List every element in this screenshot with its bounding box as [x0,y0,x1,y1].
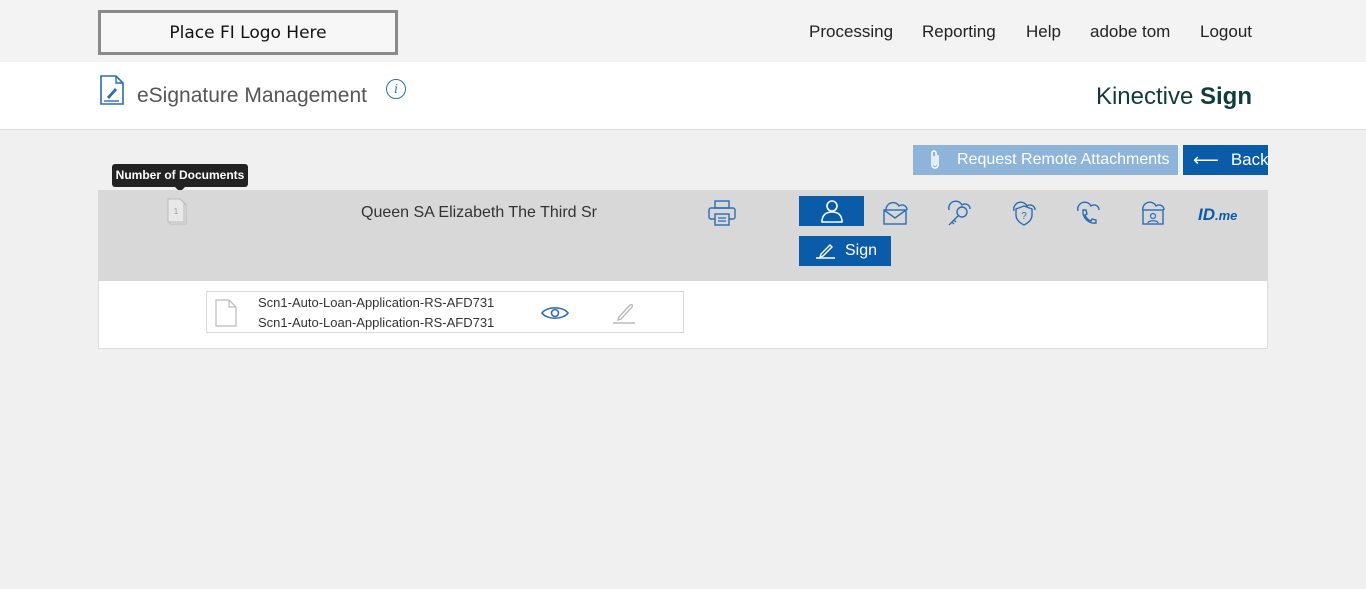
nav-logout[interactable]: Logout [1200,22,1252,42]
document-count-icon: 1 [166,197,188,230]
back-button[interactable]: ⟵ Back [1183,145,1269,175]
info-icon[interactable]: i [386,79,406,99]
nav-user-account[interactable]: adobe tom [1090,22,1170,42]
printer-icon[interactable] [708,200,736,231]
number-of-documents-tooltip: Number of Documents [112,164,248,192]
brand-name: Kinective [1095,83,1200,110]
sign-document-icon[interactable] [611,301,637,330]
email-icon[interactable] [880,198,920,228]
back-label: Back [1230,150,1269,169]
key-icon[interactable] [944,198,984,228]
pen-icon [816,244,835,259]
document-card: Scn1-Auto-Loan-Application-RS-AFD731 Scn… [206,291,684,333]
top-bar: Place FI Logo Here Processing Reporting … [0,0,1366,62]
view-document-icon[interactable] [541,304,569,327]
phone-icon[interactable] [1073,198,1113,228]
request-remote-attachments-button[interactable]: Request Remote Attachments [913,145,1178,175]
page-header: eSignature Management i Kinective Sign [0,62,1366,130]
person-icon [820,200,843,223]
nav-help[interactable]: Help [1026,22,1061,42]
svg-text:?: ? [1021,211,1027,222]
idme-suffix: .me [1215,208,1238,223]
nav-processing[interactable]: Processing [809,22,893,42]
document-name-secondary: Scn1-Auto-Loan-Application-RS-AFD731 [258,315,495,330]
document-count: 1 [174,207,179,216]
document-name: Scn1-Auto-Loan-Application-RS-AFD731 [258,295,495,310]
back-arrow-icon: ⟵ [1193,150,1219,170]
signer-name: Queen SA Elizabeth The Third Sr [361,204,597,221]
fi-logo-placeholder: Place FI Logo Here [98,10,398,55]
page-title: eSignature Management [137,84,367,107]
logo-text: Place FI Logo Here [169,22,327,43]
id-card-icon[interactable] [1138,198,1178,228]
signer-row: 1 Queen SA Elizabeth The Third Sr ? ID.m… [98,190,1268,281]
brand-name-bold: Sign [1200,83,1252,110]
sign-label: Sign [845,242,878,259]
security-question-icon[interactable]: ? [1009,198,1049,228]
nav-reporting[interactable]: Reporting [922,22,996,42]
documents-panel: Scn1-Auto-Loan-Application-RS-AFD731 Scn… [98,281,1268,349]
auth-person-button[interactable] [799,196,864,226]
file-icon [215,299,237,332]
esignature-document-icon [99,75,125,110]
idme-prefix: ID [1198,205,1215,224]
request-remote-attachments-label: Request Remote Attachments [957,151,1170,168]
sign-button[interactable]: Sign [799,236,891,266]
kinective-sign-logo: Kinective Sign [1096,83,1252,111]
paperclip-icon [931,150,939,169]
idme-logo[interactable]: ID.me [1198,205,1237,225]
